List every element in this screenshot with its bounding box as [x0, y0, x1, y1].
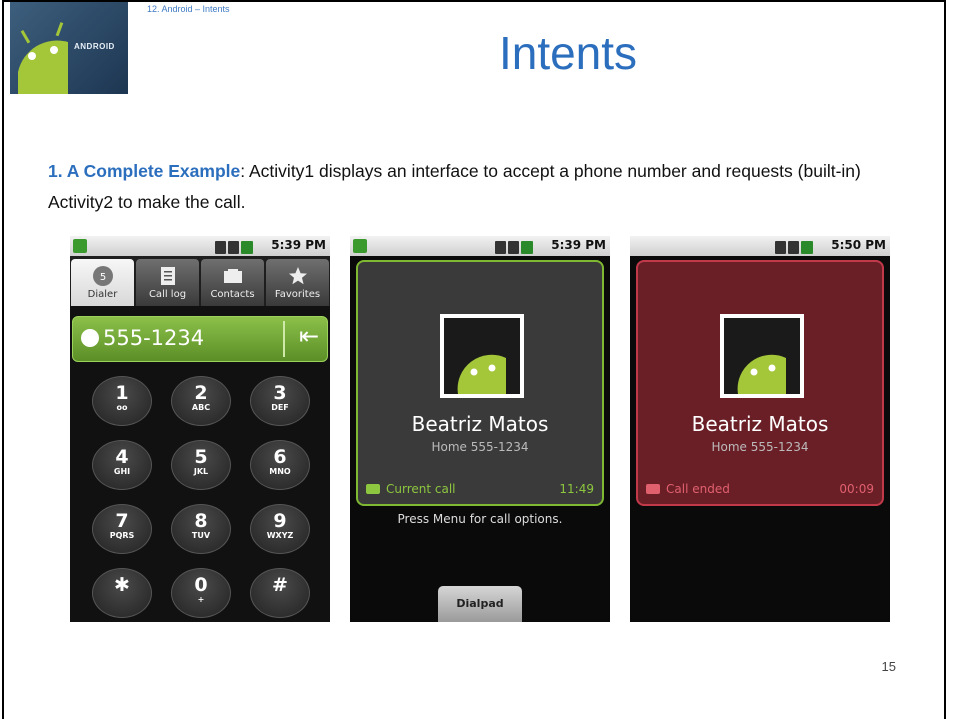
- tab-label: Contacts: [210, 289, 255, 300]
- divider: [283, 321, 285, 357]
- key-letters: ABC: [191, 403, 211, 412]
- key-letters: DEF: [271, 403, 289, 412]
- key-letters: GHI: [113, 467, 131, 476]
- status-bar: 5:39 PM: [350, 236, 610, 256]
- contact-avatar: [440, 314, 524, 398]
- key-letters: WXYZ: [266, 531, 294, 540]
- android-avatar-icon: [444, 318, 520, 394]
- dial-key[interactable]: 1 ᴏᴏ: [92, 376, 152, 426]
- call-status: Call ended: [666, 482, 730, 496]
- contacts-icon: [223, 269, 242, 283]
- key-digit: 3: [273, 382, 287, 404]
- number-display[interactable]: 555-1234 ⇤: [72, 316, 328, 362]
- contact-avatar: [720, 314, 804, 398]
- call-status: Current call: [386, 482, 456, 496]
- dialed-number: 555-1234: [103, 326, 205, 350]
- in-call-screenshot: 5:39 PM Beatriz Matos Home 555-1234 Curr…: [350, 236, 610, 622]
- key-digit: 9: [273, 510, 287, 532]
- key-letters: MNO: [269, 467, 291, 476]
- key-digit: #: [272, 574, 288, 596]
- status-time: 5:39 PM: [271, 238, 326, 252]
- menu-hint: Press Menu for call options.: [397, 512, 563, 526]
- intro-paragraph: 1. A Complete Example: Activity1 display…: [48, 156, 918, 218]
- call-timer: 00:09: [839, 482, 874, 496]
- dialer-tabs: 5 Dialer Call log Contacts Favorites: [70, 256, 330, 306]
- call-notification-icon: [353, 239, 367, 253]
- dial-key[interactable]: 6 MNO: [250, 440, 310, 490]
- status-bar: 5:50 PM: [630, 236, 890, 256]
- star-icon: [288, 267, 307, 285]
- intro-lead: 1. A Complete Example: [48, 161, 241, 181]
- call-timer: 11:49: [559, 482, 594, 496]
- tab-favorites[interactable]: Favorites: [266, 259, 329, 306]
- android-avatar-icon: [724, 318, 800, 394]
- dial-key[interactable]: ✱: [92, 568, 152, 618]
- svg-text:5: 5: [99, 272, 105, 283]
- page-number: 15: [881, 659, 896, 674]
- key-digit: 1: [115, 382, 129, 404]
- key-digit: 2: [194, 382, 208, 404]
- key-digit: 4: [115, 446, 129, 468]
- status-time: 5:50 PM: [831, 238, 886, 252]
- call-status-row: Call ended 00:09: [646, 482, 874, 496]
- phone-icon: [366, 484, 380, 494]
- dial-key[interactable]: 8 TUV: [171, 504, 231, 554]
- tab-label: Call log: [148, 289, 187, 300]
- call-card: Beatriz Matos Home 555-1234 Current call…: [356, 260, 604, 506]
- dial-key[interactable]: 7 PQRS: [92, 504, 152, 554]
- dialpad-handle[interactable]: Dialpad: [438, 586, 522, 622]
- key-letters: PQRS: [109, 531, 135, 540]
- caller-name: Beatriz Matos: [691, 412, 829, 436]
- key-letters: ᴏᴏ: [116, 403, 128, 412]
- hangup-icon: [646, 484, 660, 494]
- signal-battery-icons: [215, 239, 255, 254]
- signal-battery-icons: [495, 239, 535, 254]
- key-digit: 6: [273, 446, 287, 468]
- call-status-row: Current call 11:49: [366, 482, 594, 496]
- dial-key[interactable]: 5 JKL: [171, 440, 231, 490]
- dialer-icon: 5: [92, 266, 113, 286]
- tab-call-log[interactable]: Call log: [136, 259, 199, 306]
- dial-key[interactable]: #: [250, 568, 310, 618]
- caller-name: Beatriz Matos: [411, 412, 549, 436]
- call-log-icon: [160, 267, 175, 285]
- status-time: 5:39 PM: [551, 238, 606, 252]
- call-card: Beatriz Matos Home 555-1234 Call ended 0…: [636, 260, 884, 506]
- dial-key[interactable]: 0 +: [171, 568, 231, 618]
- dial-key[interactable]: 2 ABC: [171, 376, 231, 426]
- key-digit: ✱: [114, 574, 130, 596]
- signal-battery-icons: [775, 239, 815, 254]
- dial-key[interactable]: 9 WXYZ: [250, 504, 310, 554]
- tab-label: Favorites: [274, 289, 321, 300]
- dial-key[interactable]: 3 DEF: [250, 376, 310, 426]
- key-letters: +: [197, 595, 205, 604]
- status-bar: 5:39 PM: [70, 236, 330, 256]
- caller-number: Home 555-1234: [711, 440, 809, 454]
- call-ended-screenshot: 5:50 PM Beatriz Matos Home 555-1234 Call…: [630, 236, 890, 622]
- tab-contacts[interactable]: Contacts: [201, 259, 264, 306]
- key-digit: 0: [194, 574, 208, 596]
- dialer-screenshot: 5:39 PM 5 Dialer Call log Contacts Favor…: [70, 236, 330, 622]
- caller-number: Home 555-1234: [431, 440, 529, 454]
- key-letters: JKL: [193, 467, 209, 476]
- page-title: Intents: [498, 27, 638, 79]
- breadcrumb: 12. Android – Intents: [147, 4, 230, 14]
- backspace-icon[interactable]: ⇤: [299, 322, 319, 350]
- call-notification-icon: [73, 239, 87, 253]
- key-digit: 7: [115, 510, 129, 532]
- phone-icon: [81, 329, 99, 347]
- key-digit: 8: [194, 510, 208, 532]
- key-digit: 5: [194, 446, 208, 468]
- dial-key[interactable]: 4 GHI: [92, 440, 152, 490]
- tab-dialer[interactable]: 5 Dialer: [71, 259, 134, 306]
- key-letters: TUV: [191, 531, 211, 540]
- tab-label: Dialer: [87, 289, 118, 300]
